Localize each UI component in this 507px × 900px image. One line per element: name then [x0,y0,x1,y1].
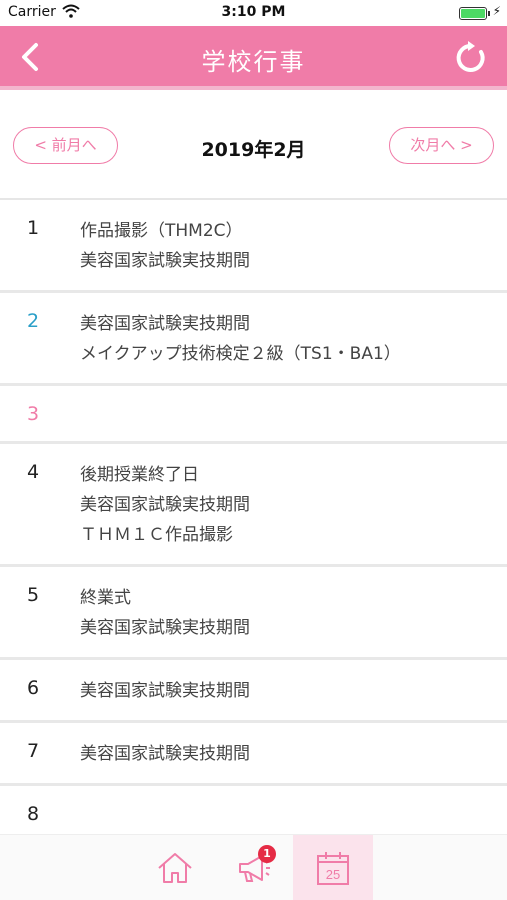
calendar-icon-day: 25 [326,867,340,882]
day-number: 4 [27,461,40,483]
tab-news[interactable]: 1 [214,835,294,900]
event-item: 美容国家試験実技期間 [80,744,250,764]
event-item: 美容国家試験実技期間 [80,251,250,271]
event-item: 美容国家試験実技期間 [80,681,250,701]
nav-bar: 学校行事 [0,26,507,86]
day-events: 後期授業終了日美容国家試験実技期間 ＴＨＭ１Ｃ作品撮影 [80,460,507,550]
day-events: 終業式美容国家試験実技期間 [80,583,507,643]
day-row[interactable]: 8 [0,786,507,834]
charging-icon: ⚡ [492,4,501,18]
status-bar: Carrier 3:10 PM ⚡ [0,0,507,26]
event-list[interactable]: 1 作品撮影（THM2C） 美容国家試験実技期間 2 美容国家試験実技期間 メイクアップ技… [0,198,507,834]
day-events: 作品撮影（THM2C） 美容国家試験実技期間 [80,216,507,276]
tab-home[interactable] [135,835,215,900]
next-month-button[interactable]: 次月へ > [389,127,494,164]
event-item: 美容国家試験実技期間 [80,618,250,638]
refresh-icon[interactable] [453,40,489,76]
day-number: 6 [27,677,40,699]
day-row[interactable]: 4 後期授業終了日美容国家試験実技期間 ＴＨＭ１Ｃ作品撮影 [0,444,507,567]
day-events: 美容国家試験実技期間 [80,676,507,706]
day-events: 美容国家試験実技期間メイクアップ技術検定２級（TS1・BA1） [80,309,507,369]
page-title: 学校行事 [201,48,306,76]
event-item: ＴＨＭ１Ｃ作品撮影 [80,525,233,545]
event-item: 後期授業終了日 [80,465,199,485]
event-item: 作品撮影（THM2C） [80,221,243,241]
day-row[interactable]: 6 美容国家試験実技期間 [0,660,507,723]
status-time: 3:10 PM [221,4,286,20]
battery-tip [488,11,490,16]
month-navigation: < 前月へ 2019年2月 次月へ > [0,90,507,198]
day-number: 3 [27,403,40,425]
day-number: 1 [27,217,40,239]
tab-calendar[interactable]: 25 [293,835,373,900]
battery-icon [459,7,487,20]
day-number: 8 [27,803,40,825]
news-badge: 1 [258,845,276,863]
day-number: 5 [27,584,40,606]
day-number: 7 [27,740,40,762]
day-row[interactable]: 2 美容国家試験実技期間メイクアップ技術検定２級（TS1・BA1） [0,293,507,386]
day-row[interactable]: 7 美容国家試験実技期間 [0,723,507,786]
day-row[interactable]: 3 [0,386,507,444]
event-item: 美容国家試験実技期間 [80,495,250,515]
tab-bar: 1 25 [0,834,507,900]
day-row[interactable]: 1 作品撮影（THM2C） 美容国家試験実技期間 [0,200,507,293]
event-item: 美容国家試験実技期間 [80,314,250,334]
day-events: 美容国家試験実技期間 [80,739,507,769]
day-number: 2 [27,310,40,332]
event-item: 終業式 [80,588,131,608]
event-item: メイクアップ技術検定２級（TS1・BA1） [80,344,401,364]
home-icon [158,853,192,883]
calendar-icon: 25 [317,852,349,885]
day-row[interactable]: 5 終業式美容国家試験実技期間 [0,567,507,660]
